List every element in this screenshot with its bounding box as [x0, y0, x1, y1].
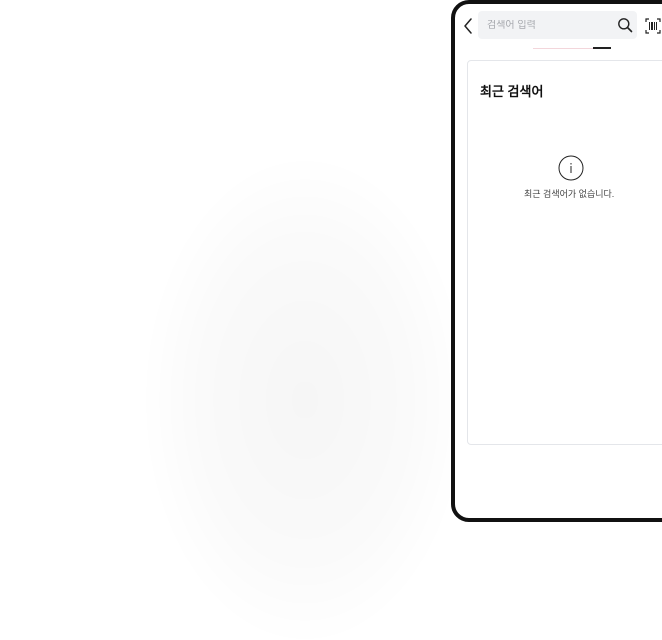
chevron-left-icon[interactable] [459, 16, 477, 36]
search-icon[interactable] [617, 17, 633, 33]
search-header [455, 4, 662, 50]
screen-canvas: 최근 검색어 최근 검색어가 없습니다. [0, 0, 662, 640]
background-shadow [140, 150, 470, 640]
recent-searches-title: 최근 검색어 [480, 84, 544, 99]
tab-indicator-inactive [533, 48, 593, 49]
empty-state-message: 최근 검색어가 없습니다. [524, 189, 615, 199]
search-box[interactable] [478, 11, 637, 39]
search-input[interactable] [487, 19, 607, 31]
barcode-scan-icon[interactable] [645, 18, 661, 34]
device-frame: 최근 검색어 최근 검색어가 없습니다. [451, 0, 662, 522]
tab-indicator-active[interactable] [593, 47, 611, 49]
recent-searches-card: 최근 검색어 최근 검색어가 없습니다. [467, 60, 662, 445]
info-icon [558, 155, 584, 181]
